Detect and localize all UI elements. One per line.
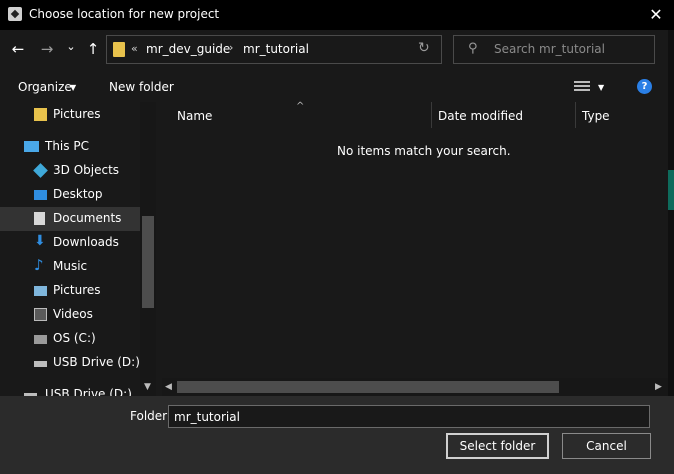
horizontal-scrollbar-thumb[interactable] [177,381,559,393]
nav-item-desktop[interactable]: Desktop [0,183,140,207]
folder-icon [34,108,47,121]
refresh-icon[interactable]: ↻ [418,40,430,56]
nav-item-label: USB Drive (D:) [53,355,140,369]
empty-results-message: No items match your search. [337,144,511,158]
app-icon [8,7,22,21]
breadcrumb-separator[interactable]: › [229,41,233,54]
view-options-icon[interactable] [574,81,590,92]
breadcrumb-item[interactable]: mr_dev_guide [146,42,230,56]
film-icon [34,308,47,321]
folder-label: Folder: [130,409,171,423]
nav-item-pictures[interactable]: Pictures [0,279,140,303]
address-bar[interactable]: « mr_dev_guide › mr_tutorial ↻ [106,35,442,64]
navpane-scrollbar-thumb[interactable] [142,216,154,308]
nav-item-label: Desktop [53,187,103,201]
navigation-pane: Pictures This PC 3D Objects Desktop Docu… [0,102,156,396]
cancel-button[interactable]: Cancel [562,433,651,459]
nav-item-pictures-quick[interactable]: Pictures [0,103,140,127]
forward-button[interactable]: → [38,40,56,58]
scroll-down-arrow-icon[interactable]: ▼ [144,382,151,392]
sort-ascending-icon: ^ [296,101,305,112]
nav-item-label: Pictures [53,107,101,121]
column-header-date-modified[interactable]: Date modified [438,109,523,123]
nav-item-label: USB Drive (D:) [45,387,132,396]
nav-item-label: Pictures [53,283,101,297]
nav-item-label: 3D Objects [53,163,120,177]
up-button[interactable]: ↑ [84,40,102,58]
scroll-left-arrow-icon[interactable]: ◀ [165,382,172,392]
breadcrumb-overflow[interactable]: « [131,42,138,55]
organize-dropdown-icon[interactable]: ▼ [70,83,76,92]
folder-name-input[interactable] [168,405,650,428]
nav-item-os-c[interactable]: OS (C:) [0,327,140,351]
column-divider[interactable] [575,102,576,128]
download-arrow-icon: ⬇ [34,233,46,249]
search-box[interactable]: ⚲ Search mr_tutorial [453,35,655,64]
column-header-type[interactable]: Type [582,109,610,123]
nav-item-label: Documents [53,211,122,225]
drive-icon [34,335,47,344]
scroll-right-arrow-icon[interactable]: ▶ [655,382,662,392]
nav-item-label: Downloads [53,235,119,249]
nav-item-label: This PC [45,139,89,153]
nav-item-label: OS (C:) [53,331,96,345]
cube-icon [33,163,48,178]
nav-item-downloads[interactable]: ⬇ Downloads [0,231,140,255]
nav-item-usb-drive-d-root[interactable]: USB Drive (D:) [0,383,140,396]
nav-item-this-pc[interactable]: This PC [0,135,140,159]
nav-item-music[interactable]: ♪ Music [0,255,140,279]
title-bar: Choose location for new project ✕ [0,0,674,30]
column-divider[interactable] [431,102,432,128]
select-folder-button[interactable]: Select folder [446,433,549,459]
organize-button[interactable]: Organize [18,80,72,94]
nav-item-documents[interactable]: Documents [0,207,140,231]
desktop-icon [34,190,47,200]
nav-item-3d-objects[interactable]: 3D Objects [0,159,140,183]
nav-item-usb-drive-d[interactable]: USB Drive (D:) [0,351,140,375]
column-header-name[interactable]: Name [177,109,212,123]
nav-item-label: Videos [53,307,93,321]
help-icon[interactable]: ? [637,79,652,94]
view-dropdown-icon[interactable]: ▼ [598,83,604,92]
close-button[interactable]: ✕ [638,0,674,30]
pictures-icon [34,286,47,296]
breadcrumb-item[interactable]: mr_tutorial [243,42,309,56]
music-note-icon: ♪ [34,256,44,274]
search-icon: ⚲ [468,41,478,56]
computer-icon [24,141,39,152]
nav-item-label: Music [53,259,88,273]
nav-item-videos[interactable]: Videos [0,303,140,327]
back-button[interactable]: ← [10,40,26,58]
toolbar [0,70,668,102]
document-icon [34,212,45,225]
new-folder-button[interactable]: New folder [109,80,174,94]
search-input-placeholder[interactable]: Search mr_tutorial [494,42,605,56]
recent-locations-button[interactable]: ⌄ [64,40,78,53]
background-accent [668,170,674,210]
folder-icon [113,42,125,57]
window-title: Choose location for new project [29,7,220,21]
usb-drive-icon [34,361,47,367]
